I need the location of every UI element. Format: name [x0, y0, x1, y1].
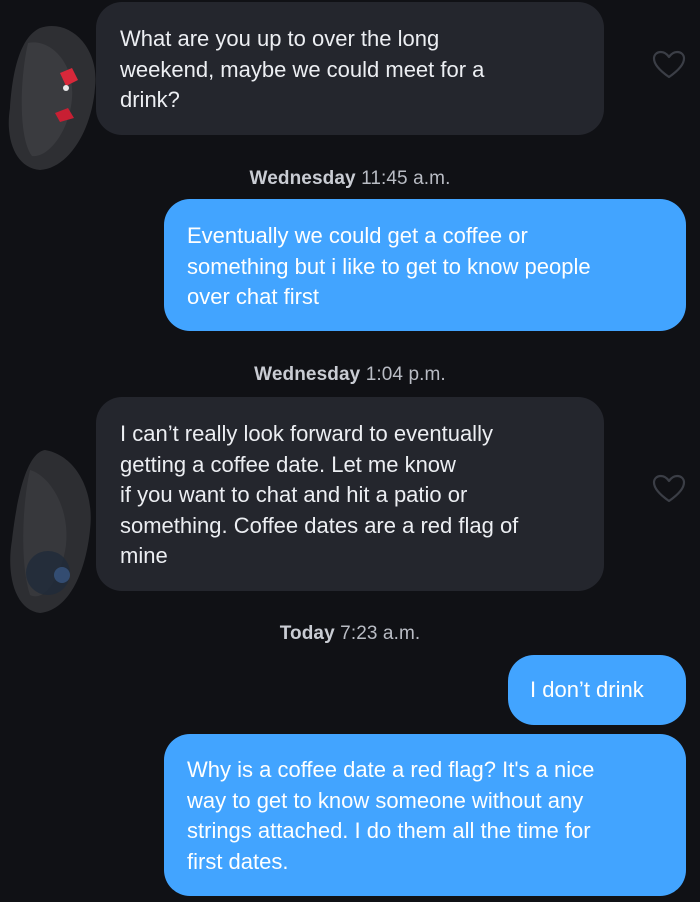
- match-avatar-redacted[interactable]: [0, 445, 100, 620]
- incoming-message[interactable]: What are you up to over the long weekend…: [96, 2, 604, 135]
- timestamp-divider: Wednesday 11:45 a.m.: [0, 168, 700, 190]
- match-avatar-redacted[interactable]: [0, 18, 110, 178]
- timestamp-day: Wednesday: [254, 364, 361, 385]
- outgoing-message[interactable]: Why is a coffee date a red flag? It's a …: [164, 734, 686, 896]
- heart-outline-icon[interactable]: [652, 50, 686, 80]
- timestamp-day: Wednesday: [249, 168, 356, 189]
- timestamp-divider: Wednesday 1:04 p.m.: [0, 364, 700, 386]
- timestamp-time: 11:45 a.m.: [361, 168, 451, 189]
- outgoing-message[interactable]: I don’t drink: [508, 655, 686, 725]
- timestamp-time: 1:04 p.m.: [365, 364, 446, 385]
- incoming-message[interactable]: I can’t really look forward to eventuall…: [96, 397, 604, 591]
- outgoing-message[interactable]: Eventually we could get a coffee or some…: [164, 199, 686, 331]
- timestamp-day: Today: [279, 623, 335, 644]
- chat-screen: What are you up to over the long weekend…: [0, 0, 700, 902]
- timestamp-divider: Today 7:23 a.m.: [0, 623, 700, 645]
- timestamp-time: 7:23 a.m.: [340, 623, 421, 644]
- heart-outline-icon[interactable]: [652, 474, 686, 504]
